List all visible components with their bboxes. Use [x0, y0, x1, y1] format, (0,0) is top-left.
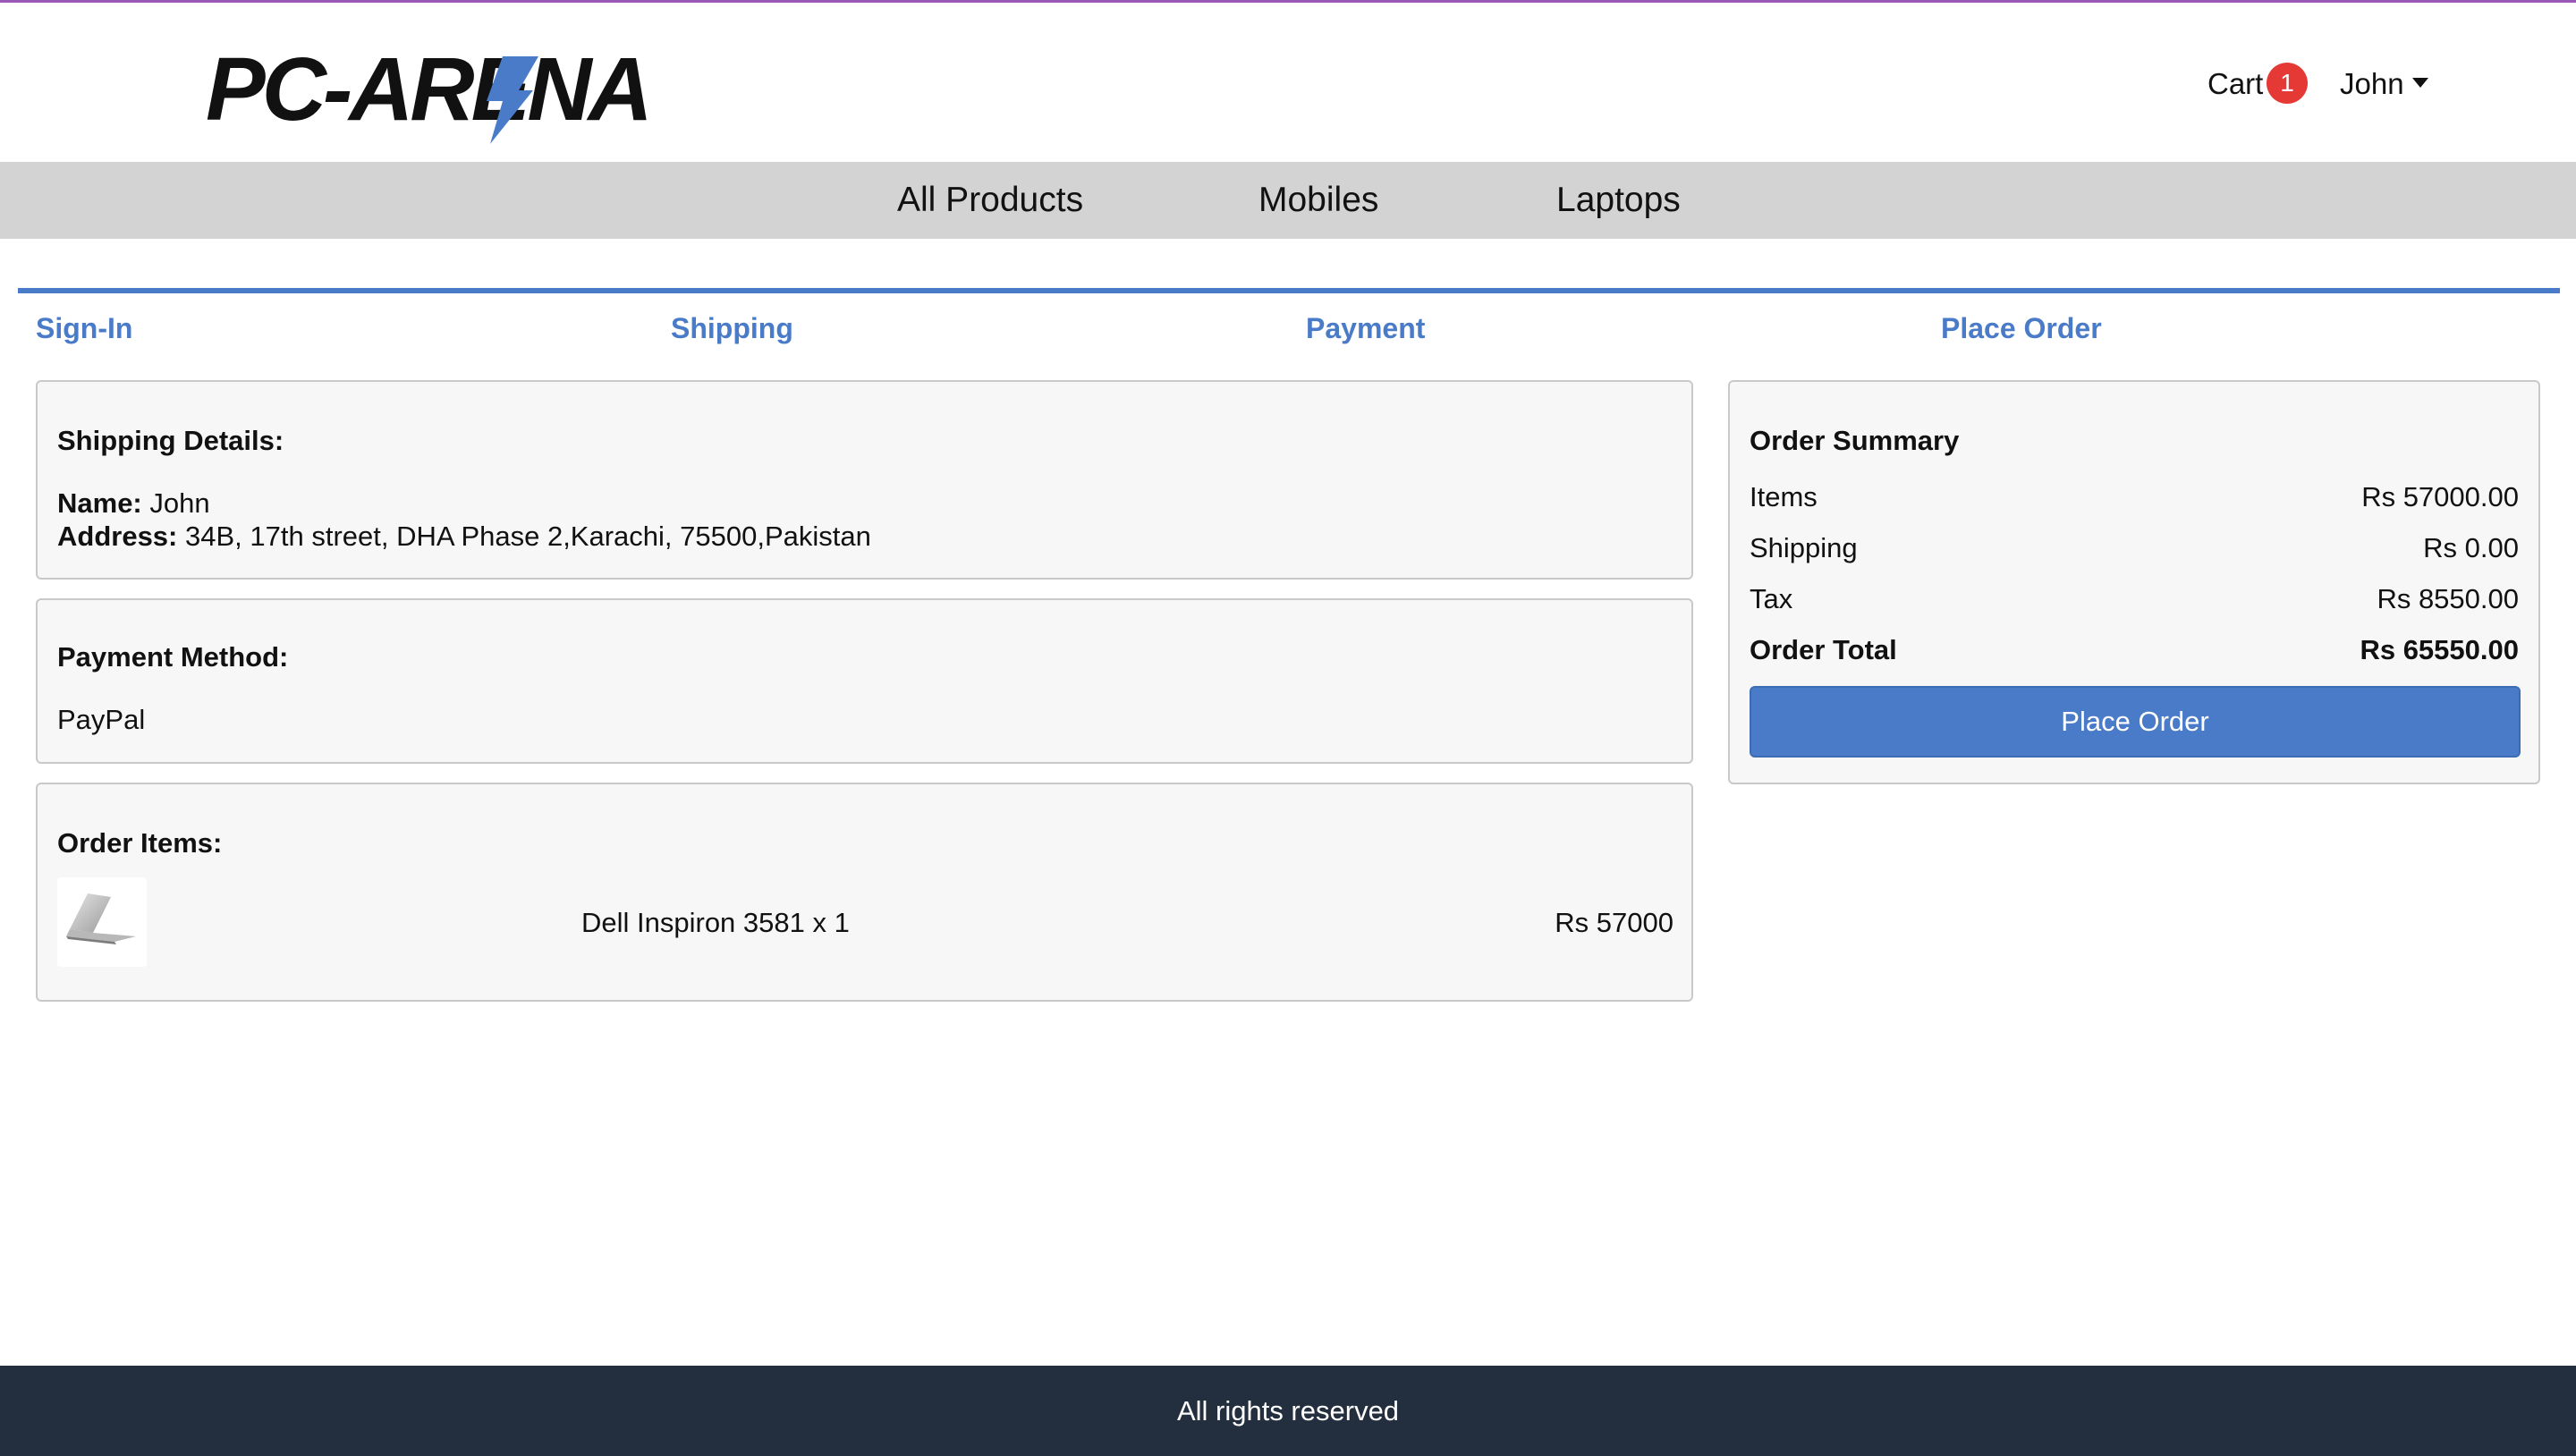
step-sign-in[interactable]: Sign-In — [36, 308, 132, 349]
order-item-price: Rs 57000 — [1555, 907, 1674, 938]
summary-total-label: Order Total — [1750, 634, 1897, 665]
nav-mobiles[interactable]: Mobiles — [1258, 162, 1378, 239]
cart-link[interactable]: Cart — [2207, 64, 2263, 104]
step-place-order[interactable]: Place Order — [1941, 308, 2102, 349]
order-items-card: Order Items: Dell Inspiron 3581 x 1 Rs 5… — [36, 783, 1693, 1002]
summary-row-tax: Tax Rs 8550.00 — [1750, 580, 2519, 619]
place-order-button[interactable]: Place Order — [1750, 686, 2521, 758]
order-items-title: Order Items: — [57, 827, 223, 859]
summary-items-value: Rs 57000.00 — [2361, 481, 2519, 512]
shipping-details-card: Shipping Details: Name: John Address: 34… — [36, 380, 1693, 580]
summary-items-label: Items — [1750, 481, 1818, 512]
user-menu-toggle[interactable]: John — [2340, 64, 2404, 104]
order-item-name[interactable]: Dell Inspiron 3581 x 1 — [581, 905, 850, 941]
shipping-name-value: John — [149, 487, 210, 519]
cart-count-badge: 1 — [2267, 63, 2308, 104]
step-payment[interactable]: Payment — [1306, 308, 1425, 349]
summary-total-value: Rs 65550.00 — [2360, 634, 2519, 665]
pc-arena-logo[interactable]: PC-ARENA — [206, 40, 653, 148]
step-shipping[interactable]: Shipping — [671, 308, 793, 349]
summary-shipping-label: Shipping — [1750, 532, 1858, 563]
footer-text: All rights reserved — [1176, 1395, 1400, 1426]
laptop-icon — [66, 893, 136, 944]
payment-method-value: PayPal — [57, 704, 146, 735]
nav-laptops[interactable]: Laptops — [1556, 162, 1681, 239]
summary-row-shipping: Shipping Rs 0.00 — [1750, 529, 2519, 568]
shipping-details-title: Shipping Details: — [57, 425, 284, 456]
laptop-thumbnail[interactable] — [57, 877, 147, 967]
shipping-address-value: 34B, 17th street, DHA Phase 2,Karachi, 7… — [185, 521, 871, 552]
summary-row-items: Items Rs 57000.00 — [1750, 478, 2519, 517]
summary-row-total: Order Total Rs 65550.00 — [1750, 631, 2519, 670]
category-nav: All Products Mobiles Laptops — [0, 162, 2576, 239]
checkout-steps-progress — [18, 288, 2560, 293]
summary-tax-label: Tax — [1750, 583, 1793, 614]
shipping-address-label: Address: — [57, 521, 178, 552]
shipping-name-label: Name: — [57, 487, 142, 519]
lightning-bolt-icon — [487, 56, 538, 144]
order-summary-title: Order Summary — [1750, 425, 1960, 456]
payment-method-title: Payment Method: — [57, 641, 289, 673]
shipping-name: Name: John — [57, 486, 210, 521]
logo-text: PC-ARENA — [206, 39, 653, 140]
shipping-address: Address: 34B, 17th street, DHA Phase 2,K… — [57, 519, 871, 554]
summary-shipping-value: Rs 0.00 — [2423, 532, 2519, 563]
site-footer: All rights reserved — [0, 1366, 2576, 1456]
caret-down-icon[interactable] — [2412, 78, 2428, 88]
nav-all-products[interactable]: All Products — [897, 162, 1083, 239]
payment-method-card: Payment Method: PayPal — [36, 598, 1693, 764]
site-header: PC-ARENA — [0, 3, 2576, 162]
order-summary-card: Order Summary Items Rs 57000.00 Shipping… — [1728, 380, 2540, 784]
summary-tax-value: Rs 8550.00 — [2377, 583, 2519, 614]
